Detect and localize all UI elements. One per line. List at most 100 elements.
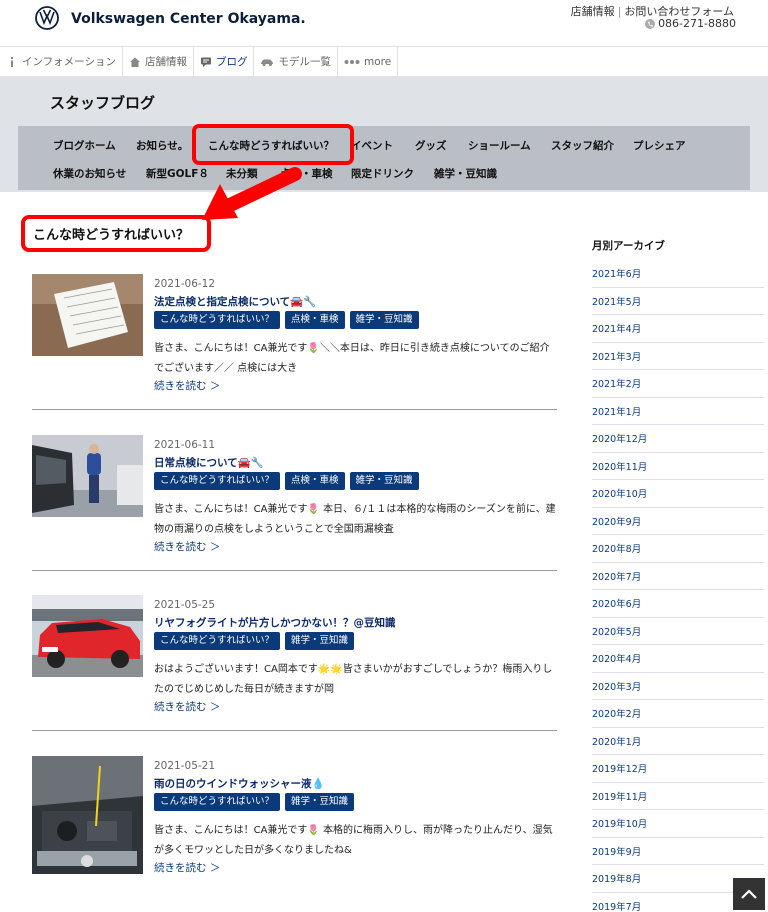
post-tags: こんな時どうすればいい？ 点検・車検 雑学・豆知識 <box>154 472 419 490</box>
archive-item[interactable]: 2020年10月 <box>592 480 764 508</box>
red-arrow-icon <box>202 167 302 220</box>
archive-list: 2021年6月 2021年5月 2021年4月 2021年3月 2021年2月 2021年… <box>592 260 764 912</box>
archive-item[interactable]: 2020年7月 <box>592 563 764 590</box>
vw-logo-icon[interactable] <box>35 6 59 30</box>
tag[interactable]: こんな時どうすればいい？ <box>154 472 281 490</box>
archive-item[interactable]: 2020年9月 <box>592 508 764 535</box>
archive-item[interactable]: 2019年11月 <box>592 783 764 810</box>
post-date: 2021-05-25 <box>154 599 216 611</box>
post-item: 2021-05-25 リヤフォグライトが片方しかつかない！？@豆知識 こんな時ど… <box>32 595 557 741</box>
cat-trivia[interactable]: 雑学・豆知識 <box>434 166 497 181</box>
cat-showroom[interactable]: ショールーム <box>468 138 531 153</box>
post-date: 2021-05-21 <box>154 760 216 772</box>
cat-event[interactable]: イベント <box>351 138 393 153</box>
post-tags: こんな時どうすればいい？ 雑学・豆知識 <box>154 793 355 811</box>
cat-news[interactable]: お知らせ。 <box>136 138 188 153</box>
archive-sidebar: 月別アーカイブ 2021年6月 2021年5月 2021年4月 2021年3月 2021… <box>592 238 764 912</box>
tag[interactable]: 点検・車検 <box>285 311 345 329</box>
topnav-information[interactable]: インフォメーション <box>0 47 123 76</box>
post-thumbnail[interactable] <box>32 595 143 677</box>
post-excerpt: 皆さま、こんにちは！CA兼光です🌷 本格的に梅雨入りし、雨が降ったり止んだり、湿… <box>154 825 553 856</box>
archive-item[interactable]: 2020年8月 <box>592 535 764 563</box>
chevron-up-icon <box>741 889 757 899</box>
archive-item[interactable]: 2020年1月 <box>592 728 764 755</box>
tag[interactable]: 雑学・豆知識 <box>349 472 419 490</box>
post-title[interactable]: リヤフォグライトが片方しかつかない！？@豆知識 <box>154 615 396 630</box>
post-item: 2021-05-21 雨の日のウインドウォッシャー液💧 こんな時どうすればいい？… <box>32 756 557 906</box>
post-thumbnail[interactable] <box>32 756 143 874</box>
dots-icon <box>344 59 360 64</box>
phone-icon <box>645 18 656 29</box>
post-item: 2021-06-12 法定点検と指定点検について🚘🔧 こんな時どうすればいい？ … <box>32 274 557 420</box>
tag[interactable]: 雑学・豆知識 <box>285 793 355 811</box>
archive-item[interactable]: 2020年11月 <box>592 453 764 480</box>
topnav-more[interactable]: more <box>338 47 399 76</box>
back-to-top-button[interactable] <box>733 878 765 910</box>
topnav-store[interactable]: 店舗情報 <box>123 47 194 76</box>
post-excerpt: 皆さま、こんにちは！CA兼光です🌷 本日、６/１１は本格的な梅雨のシーズンを前に… <box>154 504 556 535</box>
post-title[interactable]: 日常点検について🚘🔧 <box>154 455 264 470</box>
archive-item[interactable]: 2020年5月 <box>592 618 764 645</box>
post-tags: こんな時どうすればいい？ 雑学・豆知識 <box>154 632 355 650</box>
blog-band: スタッフブログ ブログホーム お知らせ。 こんな時どうすればいい？ イベント グ… <box>0 77 768 192</box>
archive-item[interactable]: 2021年5月 <box>592 288 764 315</box>
chat-icon <box>200 57 211 67</box>
post-title[interactable]: 雨の日のウインドウォッシャー液💧 <box>154 776 325 791</box>
divider <box>32 409 557 410</box>
info-icon <box>11 56 13 67</box>
read-more-link[interactable]: 続きを読む ＞ <box>154 378 220 393</box>
post-thumbnail[interactable] <box>32 274 143 356</box>
tag[interactable]: こんな時どうすればいい？ <box>154 311 281 329</box>
archive-item[interactable]: 2020年4月 <box>592 645 764 673</box>
post-excerpt: おはようございいます！CA岡本です🌟🌟皆さまいかがおすごしでしょうか？梅雨入りし… <box>154 664 553 695</box>
read-more-link[interactable]: 続きを読む ＞ <box>154 860 220 875</box>
home-icon <box>129 57 140 67</box>
archive-title: 月別アーカイブ <box>592 240 665 252</box>
header-phone[interactable]: 086-271-8880 <box>645 17 736 30</box>
tag[interactable]: 雑学・豆知識 <box>349 311 419 329</box>
post-title[interactable]: 法定点検と指定点検について🚘🔧 <box>154 294 316 309</box>
post-tags: こんな時どうすればいい？ 点検・車検 雑学・豆知識 <box>154 311 419 329</box>
cat-holiday[interactable]: 休業のお知らせ <box>53 166 126 181</box>
cat-blog-home[interactable]: ブログホーム <box>53 138 116 153</box>
divider <box>32 730 557 731</box>
tag[interactable]: 雑学・豆知識 <box>285 632 355 650</box>
archive-item[interactable]: 2020年12月 <box>592 425 764 453</box>
cat-staff[interactable]: スタッフ紹介 <box>551 138 614 153</box>
tag[interactable]: こんな時どうすればいい？ <box>154 632 281 650</box>
topnav-blog[interactable]: ブログ <box>194 47 255 76</box>
archive-item[interactable]: 2021年3月 <box>592 343 764 370</box>
archive-item[interactable]: 2020年3月 <box>592 673 764 700</box>
phone-number: 086-271-8880 <box>658 17 736 30</box>
topnav-models[interactable]: モデル一覧 <box>254 47 338 76</box>
archive-item[interactable]: 2019年9月 <box>592 838 764 865</box>
archive-item[interactable]: 2021年4月 <box>592 315 764 343</box>
archive-item[interactable]: 2021年6月 <box>592 260 764 288</box>
store-info-link[interactable]: 店舗情報 <box>571 5 615 18</box>
highlight-box <box>192 124 354 165</box>
archive-item[interactable]: 2021年1月 <box>592 398 764 425</box>
archive-item[interactable]: 2021年2月 <box>592 370 764 398</box>
car-icon <box>261 59 274 66</box>
post-item: 2021-06-11 日常点検について🚘🔧 こんな時どうすればいい？ 点検・車検… <box>32 435 557 581</box>
brand-name[interactable]: Volkswagen Center Okayama. <box>71 11 306 27</box>
cat-preshare[interactable]: プレシェア <box>633 138 686 153</box>
read-more-link[interactable]: 続きを読む ＞ <box>154 699 220 714</box>
top-nav: インフォメーション 店舗情報 ブログ モデル一覧 more <box>0 46 768 77</box>
archive-item[interactable]: 2020年6月 <box>592 590 764 618</box>
tag[interactable]: こんな時どうすればいい？ <box>154 793 281 811</box>
post-excerpt: 皆さま、こんにちは！CA兼光です🌷＼＼本日は、昨日に引き続き点検についてのご紹介… <box>154 343 550 374</box>
post-thumbnail[interactable] <box>32 435 143 517</box>
post-date: 2021-06-12 <box>154 278 216 290</box>
archive-item[interactable]: 2020年2月 <box>592 700 764 728</box>
divider <box>32 570 557 571</box>
section-heading: こんな時どうすればいい？ <box>21 215 211 252</box>
archive-item[interactable]: 2019年12月 <box>592 755 764 783</box>
tag[interactable]: 点検・車検 <box>285 472 345 490</box>
page-title: スタッフブログ <box>50 94 156 112</box>
archive-item[interactable]: 2019年10月 <box>592 810 764 838</box>
site-header: Volkswagen Center Okayama. 店舗情報 | お問い合わせフォ… <box>0 0 768 46</box>
cat-goods[interactable]: グッズ <box>415 138 447 153</box>
read-more-link[interactable]: 続きを読む ＞ <box>154 539 220 554</box>
cat-limited-drink[interactable]: 限定ドリンク <box>351 166 414 181</box>
